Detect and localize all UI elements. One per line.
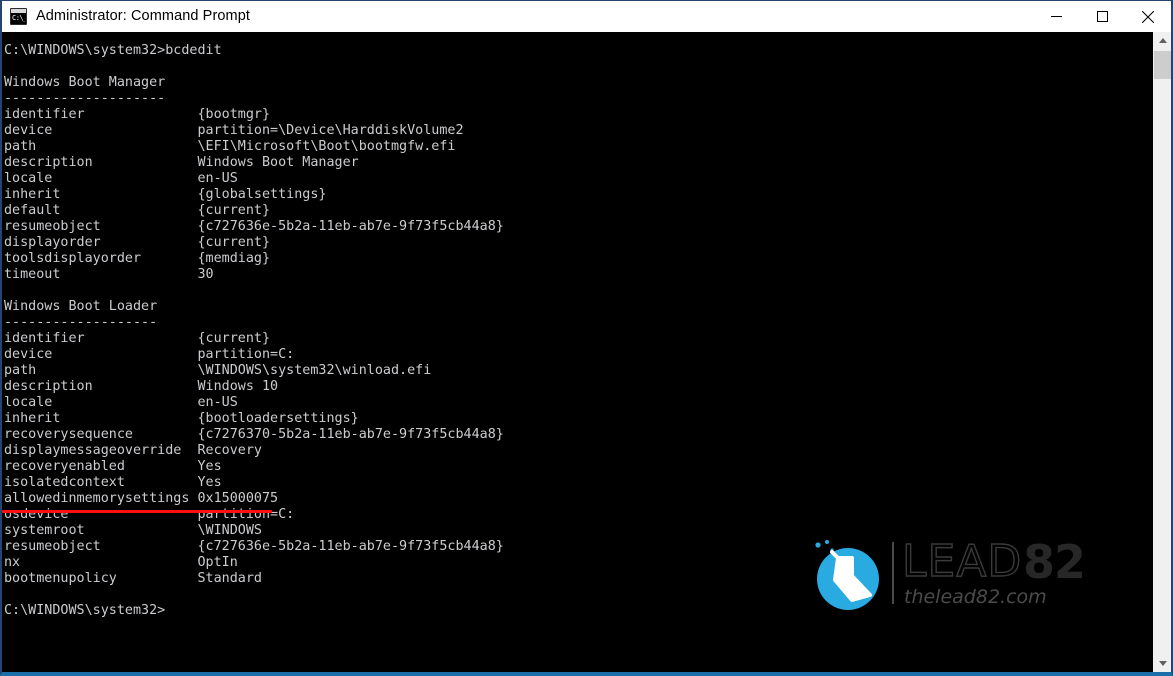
terminal-line: recoverysequence {c7276370-5b2a-11eb-ab7… (4, 427, 504, 442)
terminal-line: default {current} (4, 203, 271, 218)
terminal-line: C:\WINDOWS\system32> (4, 603, 166, 618)
watermark-url: thelead82.com (904, 586, 1047, 608)
terminal-line: Windows Boot Manager (4, 75, 166, 90)
terminal-line: C:\WINDOWS\system32>bcdedit (4, 43, 222, 58)
terminal-line: timeout 30 (4, 267, 214, 282)
window-controls (1033, 1, 1171, 32)
watermark-divider (892, 542, 894, 604)
terminal-line: identifier {current} (4, 331, 271, 346)
scroll-up-button[interactable] (1154, 32, 1171, 49)
close-icon (1142, 10, 1154, 23)
command-prompt-icon: C:\_ (10, 8, 27, 25)
watermark-brand-outline: LEAD (901, 536, 1023, 587)
terminal-line: recoveryenabled Yes (4, 459, 222, 474)
watermark-logo: LEAD 82 thelead82.com (808, 530, 1086, 618)
terminal-line: inherit {bootloadersettings} (4, 411, 359, 426)
console-output-area[interactable]: C:\WINDOWS\system32>bcdedit Windows Boot … (2, 32, 1171, 672)
terminal-line: displayorder {current} (4, 235, 271, 250)
terminal-line: isolatedcontext Yes (4, 475, 222, 490)
terminal-line: allowedinmemorysettings 0x15000075 (4, 491, 279, 506)
terminal-line: ------------------- (4, 315, 158, 330)
terminal-line: description Windows 10 (4, 379, 279, 394)
scrollbar-thumb[interactable] (1154, 51, 1171, 79)
terminal-line: resumeobject {c727636e-5b2a-11eb-ab7e-9f… (4, 539, 504, 554)
terminal-line: device partition=C: (4, 347, 295, 362)
terminal-line: description Windows Boot Manager (4, 155, 359, 170)
scroll-down-arrow-icon (1158, 661, 1167, 666)
watermark-brand-solid: 82 (1023, 535, 1086, 589)
close-button[interactable] (1125, 1, 1171, 32)
terminal-line: bootmenupolicy Standard (4, 571, 262, 586)
vertical-scrollbar[interactable] (1153, 32, 1171, 672)
terminal-line: inherit {globalsettings} (4, 187, 327, 202)
window-titlebar[interactable]: C:\_ Administrator: Command Prompt (2, 1, 1171, 32)
terminal-line: path \EFI\Microsoft\Boot\bootmgfw.efi (4, 139, 456, 154)
terminal-line: device partition=\Device\HarddiskVolume2 (4, 123, 464, 138)
scroll-down-button[interactable] (1154, 655, 1171, 672)
icon-prompt-glyph: C:\_ (12, 14, 25, 22)
terminal-line: systemroot \WINDOWS (4, 523, 262, 538)
terminal-line: locale en-US (4, 395, 238, 410)
terminal-line: path \WINDOWS\system32\winload.efi (4, 363, 432, 378)
terminal-line: Windows Boot Loader (4, 299, 158, 314)
window-title: Administrator: Command Prompt (36, 8, 251, 24)
scroll-up-arrow-icon (1158, 38, 1167, 43)
maximize-icon (1096, 11, 1108, 22)
flask-icon (815, 540, 879, 610)
minimize-button[interactable] (1033, 1, 1079, 32)
red-underline-annotation (2, 510, 272, 513)
terminal-line: -------------------- (4, 91, 166, 106)
terminal-text: C:\WINDOWS\system32>bcdedit Windows Boot … (4, 43, 504, 619)
terminal-line: locale en-US (4, 171, 238, 186)
maximize-button[interactable] (1079, 1, 1125, 32)
terminal-line: displaymessageoverride Recovery (4, 443, 262, 458)
minimize-icon (1050, 16, 1062, 17)
terminal-line: identifier {bootmgr} (4, 107, 271, 122)
terminal-line: nx OptIn (4, 555, 238, 570)
command-prompt-window: C:\_ Administrator: Command Prompt (0, 0, 1173, 676)
terminal-line: toolsdisplayorder {memdiag} (4, 251, 271, 266)
terminal-line: resumeobject {c727636e-5b2a-11eb-ab7e-9f… (4, 219, 504, 234)
